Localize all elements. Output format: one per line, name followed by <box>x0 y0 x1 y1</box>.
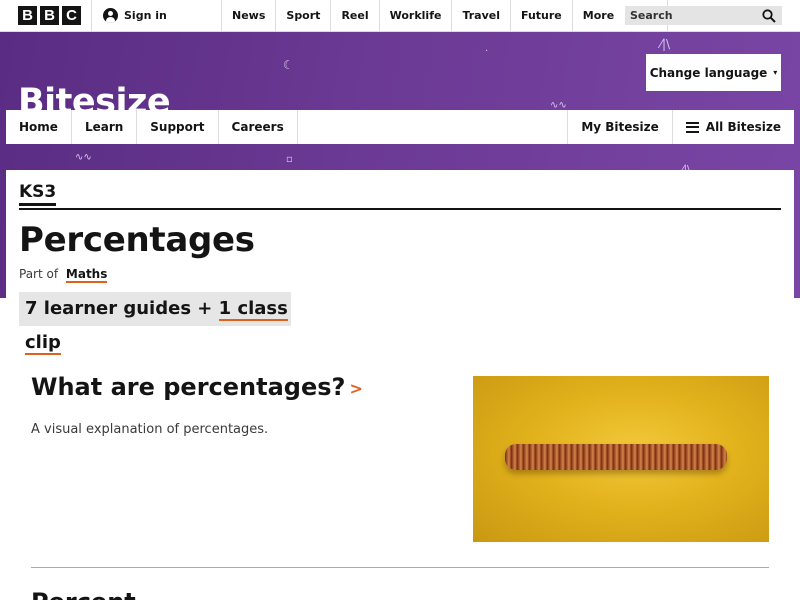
search-placeholder: Search <box>630 9 673 22</box>
all-bitesize-label: All Bitesize <box>705 120 781 134</box>
nav-learn[interactable]: Learn <box>72 110 138 144</box>
guides-summary: 7 learner guides + 1 class clip <box>19 292 291 355</box>
bbc-logo-letter: C <box>62 6 81 25</box>
nav-spacer <box>298 110 569 144</box>
next-guide-title[interactable]: Percent <box>31 588 136 600</box>
chevron-right-icon: > <box>349 378 363 398</box>
sign-in-label: Sign in <box>124 9 167 22</box>
page-title: Percentages <box>19 220 255 260</box>
guide-description: A visual explanation of percentages. <box>31 422 269 437</box>
nav-support[interactable]: Support <box>137 110 219 144</box>
topic-header: KS3 Percentages Part of Maths 7 learner … <box>6 170 794 355</box>
bbc-top-bar: B B C Sign in News Sport Reel Worklife T… <box>0 0 800 32</box>
subject-link[interactable]: Maths <box>65 267 108 283</box>
divider <box>31 567 769 568</box>
nav-all-bitesize[interactable]: All Bitesize <box>673 110 794 144</box>
decoration: ⁄|\ <box>660 37 671 51</box>
part-of-line: Part of Maths <box>19 267 108 283</box>
nav-travel[interactable]: Travel <box>451 0 510 32</box>
sign-in-link[interactable]: Sign in <box>103 8 167 23</box>
search-input[interactable]: Search <box>625 6 782 25</box>
nav-future[interactable]: Future <box>509 0 572 32</box>
coins-image[interactable] <box>473 376 769 542</box>
divider <box>91 0 92 32</box>
nav-more-label: More <box>582 9 615 22</box>
nav-careers[interactable]: Careers <box>219 110 298 144</box>
menu-icon <box>685 121 699 133</box>
decoration: ∿∿ <box>75 152 92 163</box>
guides-count: 7 learner guides + <box>25 298 219 319</box>
nav-reel[interactable]: Reel <box>330 0 378 32</box>
user-icon <box>103 8 118 23</box>
decoration: ▫ <box>286 154 293 165</box>
guide-title-link[interactable]: What are percentages? > <box>31 373 363 401</box>
nav-worklife[interactable]: Worklife <box>378 0 452 32</box>
bitesize-nav: Home Learn Support Careers My Bitesize A… <box>6 110 794 144</box>
chevron-down-icon: ▾ <box>773 68 778 77</box>
nav-news[interactable]: News <box>221 0 275 32</box>
search-icon[interactable] <box>762 9 776 23</box>
change-language-button[interactable]: Change language ▾ <box>646 54 781 91</box>
guide-title: What are percentages? <box>31 373 346 401</box>
decoration: · <box>485 46 489 57</box>
bbc-logo-letter: B <box>40 6 59 25</box>
nav-home[interactable]: Home <box>6 110 72 144</box>
nav-sport[interactable]: Sport <box>275 0 330 32</box>
level-link[interactable]: KS3 <box>19 182 57 206</box>
bbc-logo[interactable]: B B C <box>18 6 81 25</box>
part-of-prefix: Part of <box>19 267 59 281</box>
coin-stack <box>505 444 727 470</box>
bbc-logo-letter: B <box>18 6 37 25</box>
nav-my-bitesize[interactable]: My Bitesize <box>568 110 673 144</box>
change-language-label: Change language <box>649 65 768 80</box>
divider <box>19 208 781 210</box>
decoration: ☾ <box>283 58 294 72</box>
bbc-global-nav: News Sport Reel Worklife Travel Future M… <box>221 0 668 32</box>
